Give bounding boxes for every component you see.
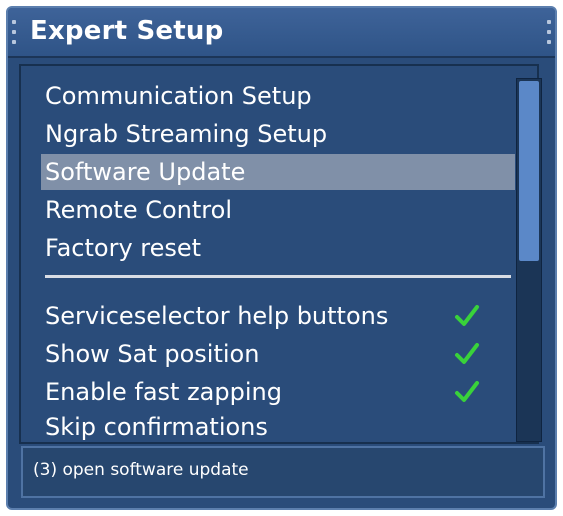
menu-divider bbox=[45, 275, 511, 278]
window-title: Expert Setup bbox=[30, 16, 224, 46]
menu-item-communication-setup[interactable]: Communication Setup bbox=[41, 78, 515, 114]
title-grip-right bbox=[547, 20, 551, 44]
scroll-thumb[interactable] bbox=[519, 81, 539, 261]
menu-panel: Communication Setup Ngrab Streaming Setu… bbox=[19, 64, 542, 444]
menu-item-software-update[interactable]: Software Update bbox=[41, 154, 515, 190]
check-icon bbox=[455, 343, 479, 364]
option-serviceselector-help-buttons[interactable]: Serviceselector help buttons bbox=[41, 298, 515, 334]
check-icon bbox=[455, 381, 479, 402]
menu-item-ngrab-streaming-setup[interactable]: Ngrab Streaming Setup bbox=[41, 116, 515, 152]
status-bar: (3) open software update bbox=[21, 446, 545, 498]
title-grip-left bbox=[12, 20, 16, 44]
option-show-sat-position[interactable]: Show Sat position bbox=[41, 336, 515, 372]
check-icon bbox=[455, 305, 479, 326]
option-enable-fast-zapping[interactable]: Enable fast zapping bbox=[41, 374, 515, 410]
expert-setup-window: Expert Setup Communication Setup Ngrab S… bbox=[6, 6, 557, 510]
status-text: (3) open software update bbox=[33, 460, 249, 480]
menu-item-remote-control[interactable]: Remote Control bbox=[41, 192, 515, 228]
menu-item-factory-reset[interactable]: Factory reset bbox=[41, 230, 515, 266]
title-bar: Expert Setup bbox=[8, 8, 555, 58]
option-skip-confirmations[interactable]: Skip confirmations bbox=[41, 412, 515, 442]
scrollbar[interactable] bbox=[516, 78, 542, 442]
